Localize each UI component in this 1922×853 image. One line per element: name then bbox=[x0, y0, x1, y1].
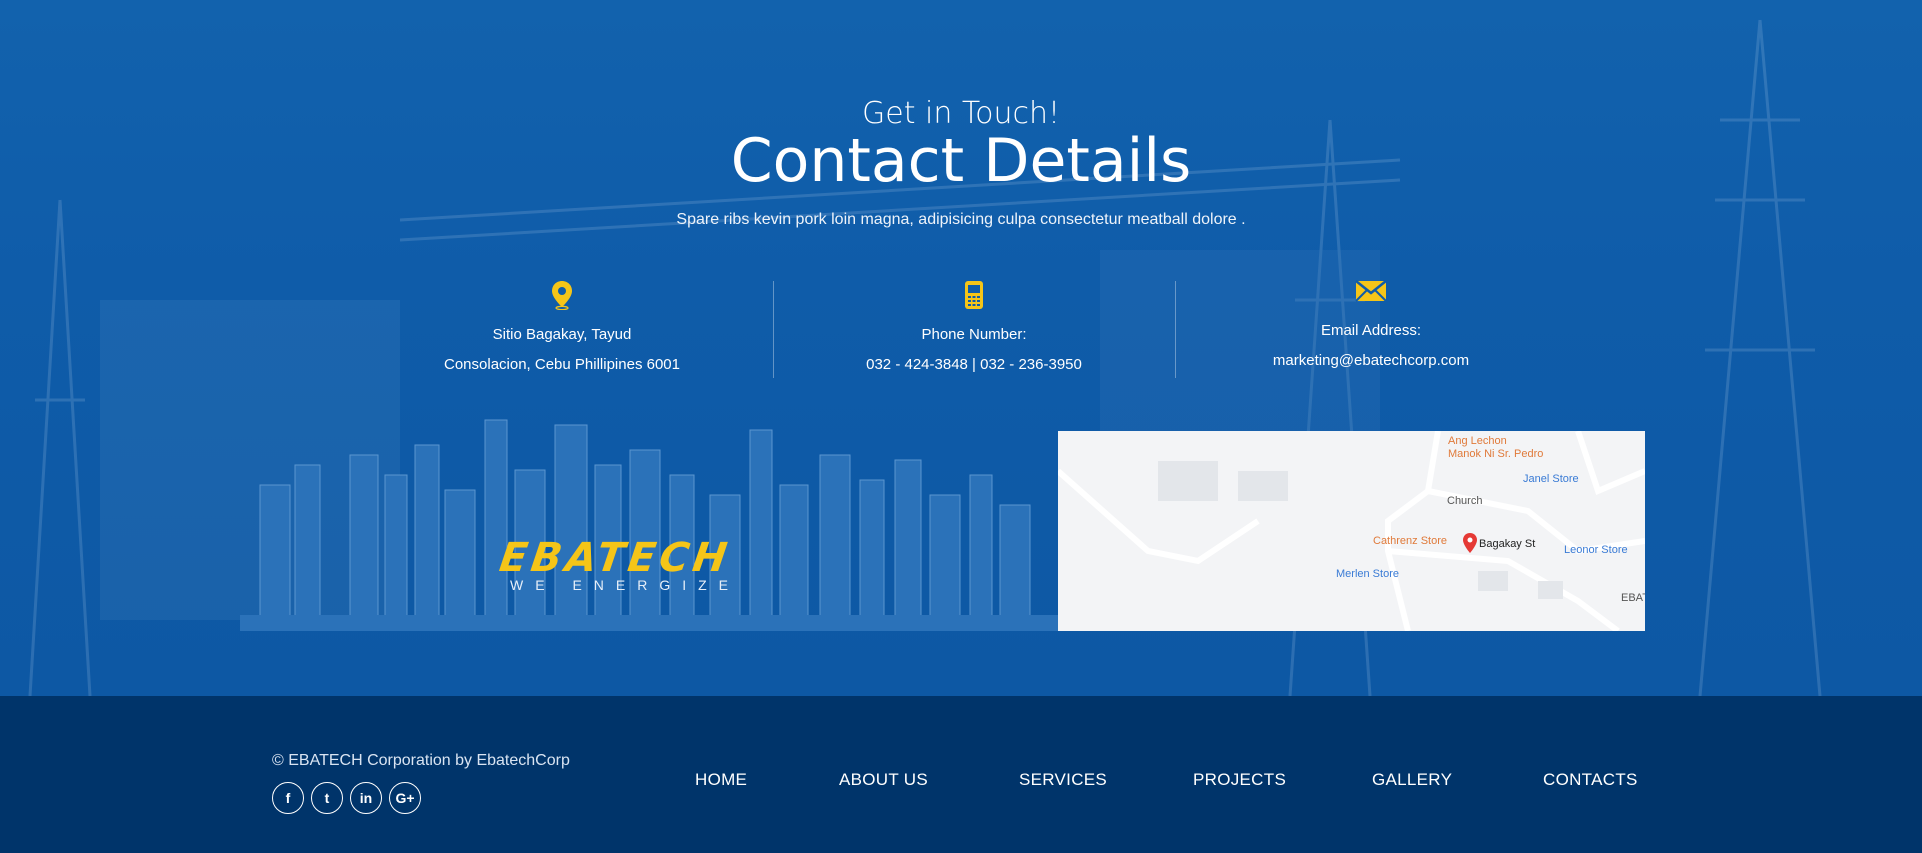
city-skyline-illustration bbox=[240, 419, 1058, 631]
map-place-label: Church bbox=[1447, 495, 1483, 507]
social-links: f t in G+ bbox=[272, 782, 421, 814]
ebatech-logo: EBATECH bbox=[496, 535, 734, 581]
phone-value[interactable]: 032 - 424-3848 | 032 - 236-3950 bbox=[824, 350, 1124, 380]
map-place-label: Manok Ni Sr. Pedro bbox=[1448, 448, 1544, 460]
email-block: Email Address: marketing@ebatechcorp.com bbox=[1221, 274, 1521, 376]
mobile-phone-icon bbox=[824, 278, 1124, 312]
map-place-label: Cathrenz Store bbox=[1373, 535, 1447, 547]
email-value[interactable]: marketing@ebatechcorp.com bbox=[1221, 346, 1521, 376]
linkedin-icon[interactable]: in bbox=[350, 782, 382, 814]
map-roads bbox=[1058, 431, 1645, 631]
divider bbox=[773, 281, 774, 378]
divider bbox=[1175, 281, 1176, 378]
pre-title: Get in Touch! bbox=[861, 96, 1061, 131]
copyright-text: © EBATECH Corporation by EbatechCorp bbox=[272, 752, 570, 769]
address-block: Sitio Bagakay, Tayud Consolacion, Cebu P… bbox=[412, 278, 712, 380]
map-place-label: Merlen Store bbox=[1336, 568, 1399, 580]
map-marker-icon[interactable] bbox=[1463, 533, 1477, 553]
contact-section: Get in Touch! Contact Details Spare ribs… bbox=[0, 0, 1922, 696]
nav-contacts[interactable]: CONTACTS bbox=[1543, 770, 1638, 790]
phone-block: Phone Number: 032 - 424-3848 | 032 - 236… bbox=[824, 278, 1124, 380]
contact-heading: Get in Touch! Contact Details bbox=[0, 96, 1922, 194]
address-line-2: Consolacion, Cebu Phillipines 6001 bbox=[444, 356, 680, 373]
email-label: Email Address: bbox=[1320, 322, 1422, 339]
phone-label: Phone Number: bbox=[921, 326, 1027, 343]
nav-gallery[interactable]: GALLERY bbox=[1372, 770, 1452, 790]
map-place-label: Leonor Store bbox=[1564, 544, 1628, 556]
google-plus-icon[interactable]: G+ bbox=[389, 782, 421, 814]
map-place-label: Janel Store bbox=[1523, 473, 1579, 485]
nav-services[interactable]: SERVICES bbox=[1019, 770, 1107, 790]
facebook-icon[interactable]: f bbox=[272, 782, 304, 814]
map-pin-icon bbox=[412, 278, 712, 312]
google-map[interactable]: Ang Lechon Manok Ni Sr. Pedro Janel Stor… bbox=[1058, 431, 1645, 631]
nav-projects[interactable]: PROJECTS bbox=[1193, 770, 1286, 790]
contact-subtitle: Spare ribs kevin pork loin magna, adipis… bbox=[676, 211, 1246, 228]
map-place-label: EBAT bbox=[1621, 592, 1645, 604]
logo-tagline: WE ENERGIZE bbox=[510, 577, 741, 593]
page-title: Contact Details bbox=[730, 126, 1192, 196]
nav-about-us[interactable]: ABOUT US bbox=[839, 770, 928, 790]
map-place-label: Bagakay St bbox=[1479, 538, 1536, 550]
nav-home[interactable]: HOME bbox=[695, 770, 747, 790]
twitter-icon[interactable]: t bbox=[311, 782, 343, 814]
envelope-icon bbox=[1221, 274, 1521, 308]
address-line-1: Sitio Bagakay, Tayud bbox=[492, 326, 632, 343]
map-place-label: Ang Lechon bbox=[1448, 435, 1507, 447]
